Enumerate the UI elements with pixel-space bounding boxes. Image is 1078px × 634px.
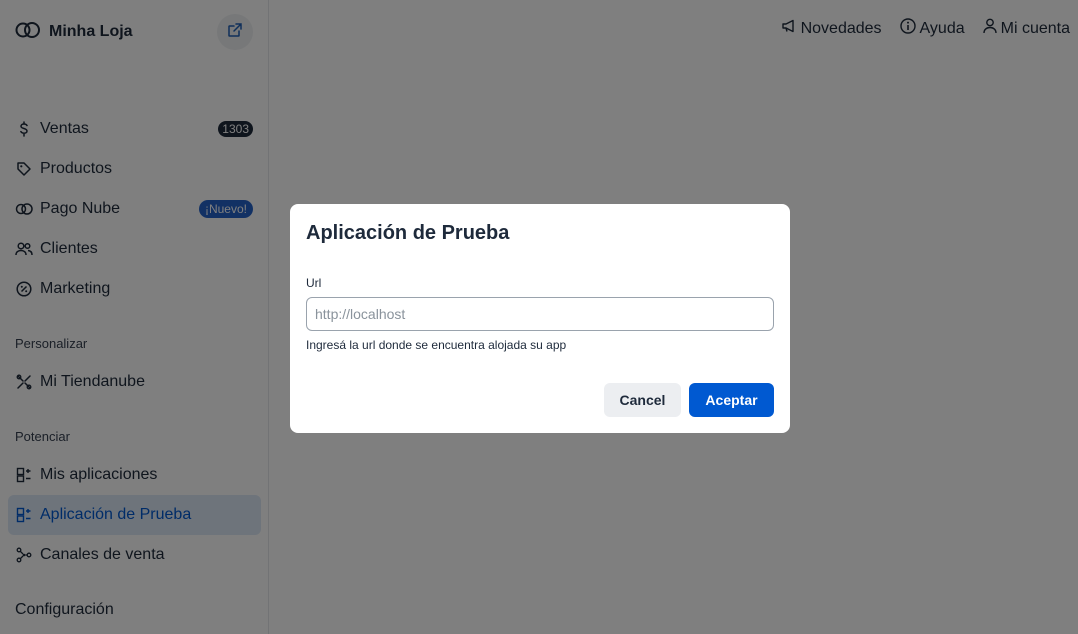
accept-button[interactable]: Aceptar xyxy=(689,383,774,417)
url-field-label: Url xyxy=(306,276,322,290)
url-input[interactable] xyxy=(306,297,774,331)
cancel-button[interactable]: Cancel xyxy=(604,383,681,417)
app-url-dialog: Aplicación de Prueba Url Ingresá la url … xyxy=(290,204,790,433)
url-help-text: Ingresá la url donde se encuentra alojad… xyxy=(306,338,567,352)
dialog-title: Aplicación de Prueba xyxy=(306,222,510,244)
